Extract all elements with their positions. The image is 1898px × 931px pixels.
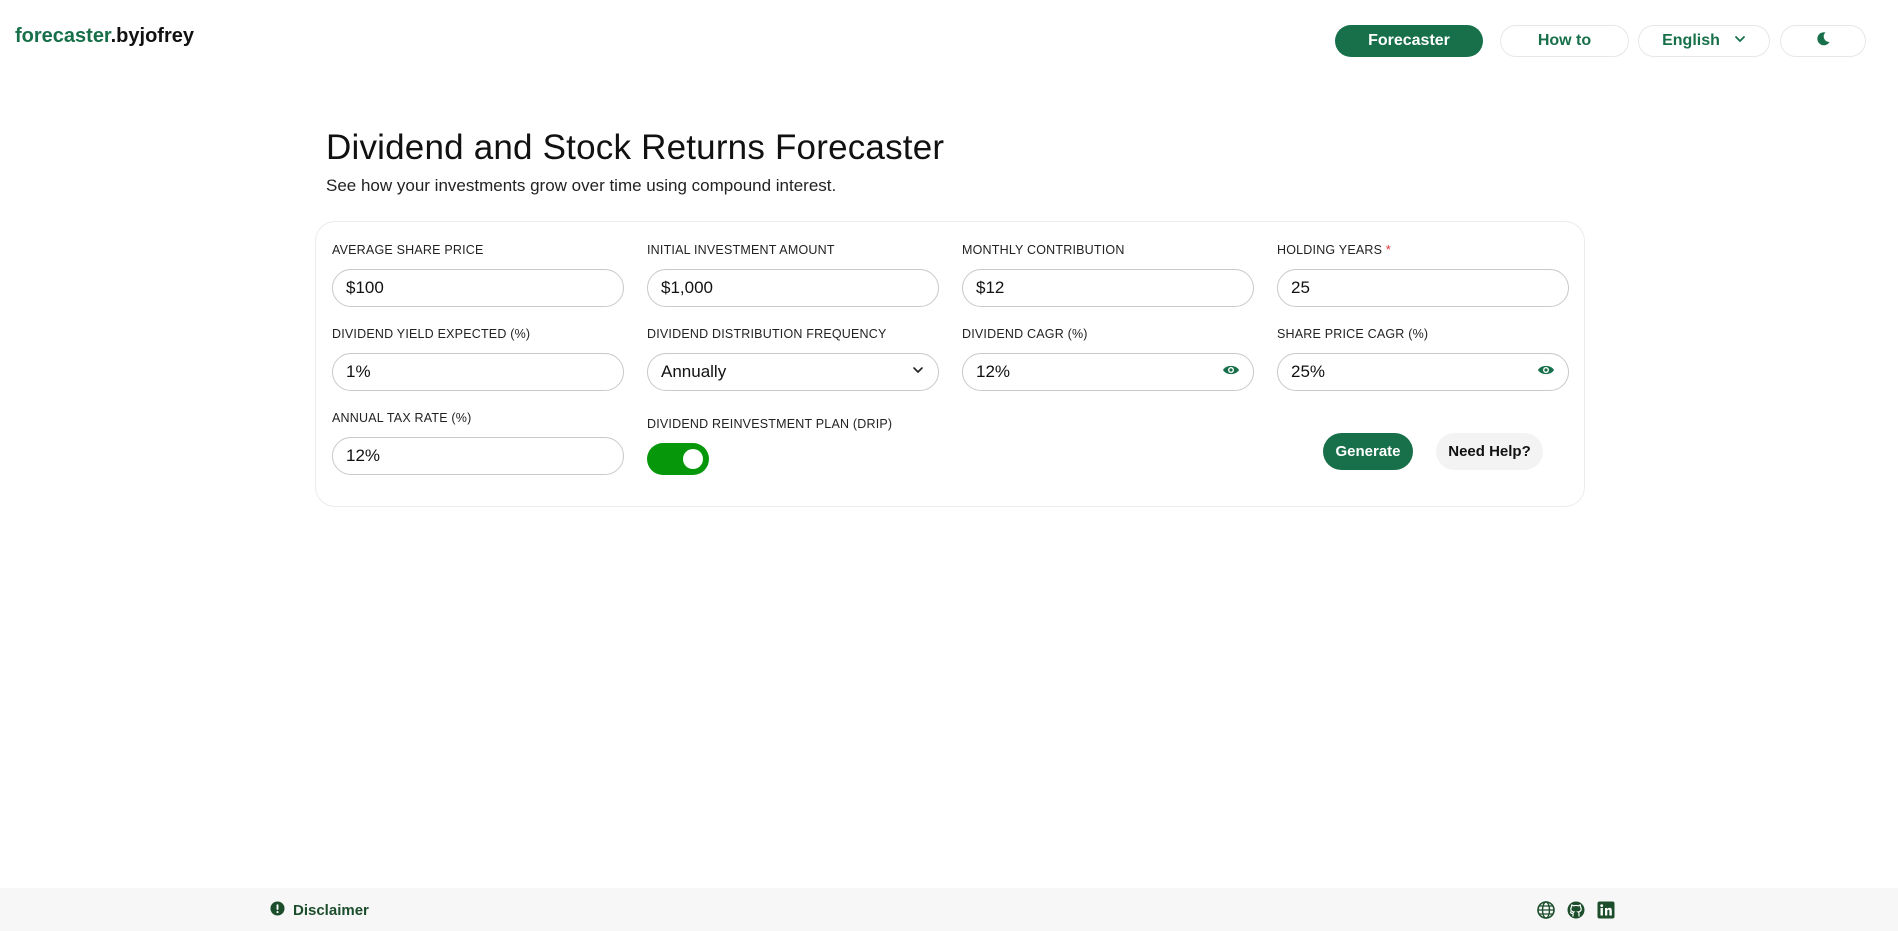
avg-share-price-value[interactable] xyxy=(346,278,610,298)
share-price-cagr-value[interactable] xyxy=(1291,362,1537,382)
monthly-contribution-value[interactable] xyxy=(976,278,1240,298)
nav-forecaster-button[interactable]: Forecaster xyxy=(1335,25,1483,57)
initial-investment-field: INITIAL INVESTMENT AMOUNT xyxy=(647,243,939,307)
holding-years-input[interactable] xyxy=(1277,269,1569,307)
nav-howto-label: How to xyxy=(1537,32,1592,49)
dividend-yield-label: DIVIDEND YIELD EXPECTED (%) xyxy=(332,327,531,341)
eye-icon[interactable] xyxy=(1222,362,1240,382)
distribution-frequency-label: DIVIDEND DISTRIBUTION FREQUENCY xyxy=(647,327,887,341)
logo-text-primary: forecaster xyxy=(15,25,111,47)
monthly-contribution-input[interactable] xyxy=(962,269,1254,307)
language-select[interactable]: English xyxy=(1638,25,1770,57)
holding-years-value[interactable] xyxy=(1291,278,1555,298)
holding-years-label: HOLDING YEARS * xyxy=(1277,243,1569,261)
initial-investment-label: INITIAL INVESTMENT AMOUNT xyxy=(647,243,835,257)
linkedin-icon[interactable] xyxy=(1597,901,1615,919)
nav-forecaster-label: Forecaster xyxy=(1368,32,1450,49)
dividend-yield-value[interactable] xyxy=(346,362,610,382)
github-icon[interactable] xyxy=(1567,901,1585,919)
dividend-cagr-value[interactable] xyxy=(976,362,1222,382)
theme-toggle-button[interactable] xyxy=(1780,25,1866,57)
dividend-cagr-input[interactable] xyxy=(962,353,1254,391)
page-subtitle: See how your investments grow over time … xyxy=(326,176,837,195)
distribution-frequency-field: DIVIDEND DISTRIBUTION FREQUENCY Annually xyxy=(647,327,939,391)
distribution-frequency-value: Annually xyxy=(661,362,727,381)
logo-text-secondary: .byjofrey xyxy=(110,25,194,47)
globe-icon[interactable] xyxy=(1537,901,1555,919)
disclaimer-link[interactable]: Disclaimer xyxy=(270,901,369,920)
alert-circle-icon xyxy=(270,901,285,920)
holding-years-field: HOLDING YEARS * xyxy=(1277,243,1569,307)
need-help-button[interactable]: Need Help? xyxy=(1436,433,1543,470)
nav-howto-button[interactable]: How to xyxy=(1500,25,1629,57)
top-bar: forecaster.byjofrey Forecaster How to En… xyxy=(0,0,1898,80)
generate-button[interactable]: Generate xyxy=(1323,433,1413,470)
drip-label: DIVIDEND REINVESTMENT PLAN (DRIP) xyxy=(647,417,893,431)
page-title: Dividend and Stock Returns Forecaster xyxy=(326,128,945,167)
footer-social-links xyxy=(1537,901,1615,919)
tax-rate-value[interactable] xyxy=(346,446,610,466)
required-marker: * xyxy=(1385,243,1391,257)
initial-investment-input[interactable] xyxy=(647,269,939,307)
chevron-down-icon xyxy=(911,362,925,382)
footer: Disclaimer xyxy=(0,888,1898,931)
share-price-cagr-field: SHARE PRICE CAGR (%) xyxy=(1277,327,1569,391)
dividend-cagr-field: DIVIDEND CAGR (%) xyxy=(962,327,1254,391)
drip-toggle[interactable] xyxy=(647,443,709,475)
avg-share-price-input[interactable] xyxy=(332,269,624,307)
initial-investment-value[interactable] xyxy=(661,278,925,298)
tax-rate-label: ANNUAL TAX RATE (%) xyxy=(332,411,472,425)
distribution-frequency-select[interactable]: Annually xyxy=(647,353,939,391)
share-price-cagr-label: SHARE PRICE CAGR (%) xyxy=(1277,327,1429,341)
share-price-cagr-input[interactable] xyxy=(1277,353,1569,391)
toggle-knob xyxy=(683,449,703,469)
drip-field: DIVIDEND REINVESTMENT PLAN (DRIP) xyxy=(647,417,939,475)
holding-years-label-text: HOLDING YEARS xyxy=(1277,243,1383,257)
monthly-contribution-field: MONTHLY CONTRIBUTION xyxy=(962,243,1254,307)
moon-icon xyxy=(1815,31,1831,52)
language-label: English xyxy=(1662,32,1720,49)
disclaimer-label: Disclaimer xyxy=(293,902,369,919)
dividend-yield-input[interactable] xyxy=(332,353,624,391)
eye-icon[interactable] xyxy=(1537,362,1555,382)
generate-label: Generate xyxy=(1335,443,1401,460)
chevron-down-icon xyxy=(1734,32,1746,50)
tax-rate-input[interactable] xyxy=(332,437,624,475)
dividend-cagr-label: DIVIDEND CAGR (%) xyxy=(962,327,1088,341)
page-header: Dividend and Stock Returns Forecaster Se… xyxy=(326,128,1586,196)
avg-share-price-field: AVERAGE SHARE PRICE xyxy=(332,243,624,307)
tax-rate-field: ANNUAL TAX RATE (%) xyxy=(332,411,624,475)
dividend-yield-field: DIVIDEND YIELD EXPECTED (%) xyxy=(332,327,624,391)
avg-share-price-label: AVERAGE SHARE PRICE xyxy=(332,243,484,257)
monthly-contribution-label: MONTHLY CONTRIBUTION xyxy=(962,243,1125,257)
site-logo[interactable]: forecaster.byjofrey xyxy=(15,25,194,48)
need-help-label: Need Help? xyxy=(1448,443,1531,460)
